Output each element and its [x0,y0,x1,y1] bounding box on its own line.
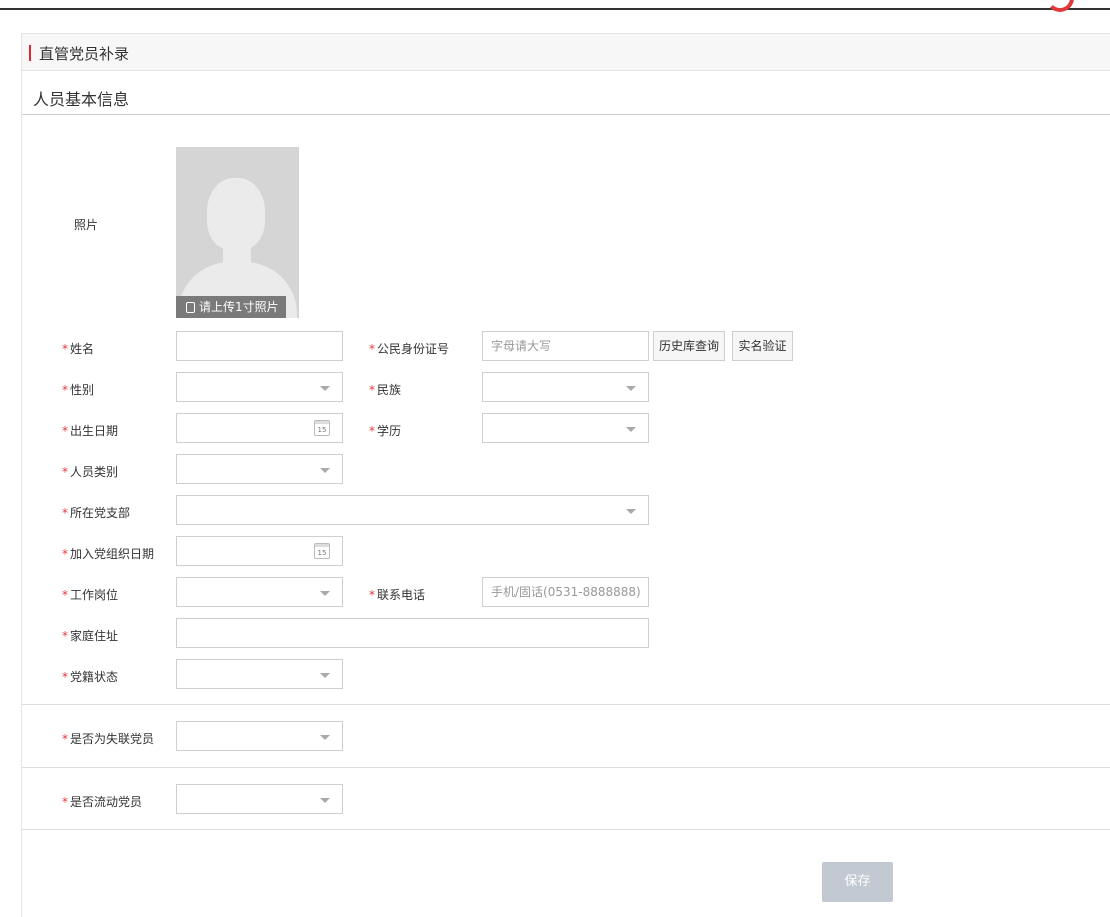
floating-label-text: 是否流动党员 [70,795,143,809]
membership-status-select[interactable] [176,659,343,689]
home-address-label: * 家庭住址 [62,627,118,644]
job-position-label-text: 工作岗位 [70,588,119,602]
save-button[interactable]: 保存 [822,862,893,902]
birth-date-label-text: 出生日期 [70,424,119,438]
section-divider [22,114,1110,115]
id-number-label: * 公民身份证号 [369,340,449,357]
party-branch-label-text: 所在党支部 [70,506,131,520]
gender-label: * 性别 [62,381,94,398]
upload-photo-label: 请上传1寸照片 [199,300,279,314]
photo-label: 照片 [74,218,99,232]
brand-logo-icon [1046,0,1074,12]
divider [22,829,1110,830]
required-mark: * [62,670,68,684]
top-header-bar [0,0,1110,10]
ethnicity-label: * 民族 [369,381,401,398]
panel-title: 直管党员补录 [39,45,130,63]
required-mark: * [62,588,68,602]
gender-label-text: 性别 [70,383,95,397]
person-type-label-text: 人员类别 [70,465,119,479]
lost-contact-label: * 是否为失联党员 [62,730,154,747]
section-title: 人员基本信息 [33,90,130,109]
person-type-select[interactable] [176,454,343,484]
home-address-input[interactable] [176,618,649,648]
job-position-label: * 工作岗位 [62,586,118,603]
avatar-placeholder-icon [207,178,265,250]
ethnicity-label-text: 民族 [377,383,402,397]
party-branch-select[interactable] [176,495,649,525]
party-branch-label: * 所在党支部 [62,504,130,521]
clipboard-icon [186,302,195,313]
home-address-label-text: 家庭住址 [70,629,119,643]
required-mark: * [369,342,375,356]
required-mark: * [62,383,68,397]
required-mark: * [62,465,68,479]
education-label: * 学历 [369,422,401,439]
phone-label: * 联系电话 [369,586,425,603]
name-label-text: 姓名 [70,342,95,356]
education-select[interactable] [482,413,649,443]
real-name-verify-button[interactable]: 实名验证 [732,331,793,361]
calendar-icon[interactable]: 15 [314,543,330,559]
birth-date-input[interactable]: 15 [176,413,343,443]
upload-photo-button[interactable]: 请上传1寸照片 [176,296,286,318]
photo-upload[interactable]: 请上传1寸照片 [176,147,299,318]
required-mark: * [62,795,68,809]
lost-contact-label-text: 是否为失联党员 [70,732,155,746]
job-position-select[interactable] [176,577,343,607]
phone-label-text: 联系电话 [377,588,426,602]
required-mark: * [369,424,375,438]
divider [22,704,1110,705]
required-mark: * [62,424,68,438]
id-number-placeholder: 字母请大写 [491,339,552,353]
required-mark: * [369,588,375,602]
lost-contact-select[interactable] [176,721,343,751]
join-date-input[interactable]: 15 [176,536,343,566]
floating-select[interactable] [176,784,343,814]
name-input[interactable] [176,331,343,361]
required-mark: * [369,383,375,397]
title-accent-bar [29,45,31,61]
membership-status-label: * 党籍状态 [62,668,118,685]
id-number-input[interactable]: 字母请大写 [482,331,649,361]
form-panel: 直管党员补录 人员基本信息 照片 请上传1寸照片 * 姓名 * 公民身份证号 字母请… [21,33,1110,917]
join-date-label: * 加入党组织日期 [62,545,154,562]
phone-placeholder: 手机/固话(0531-8888888) [491,585,641,599]
ethnicity-select[interactable] [482,372,649,402]
membership-status-label-text: 党籍状态 [70,670,119,684]
id-number-label-text: 公民身份证号 [377,342,450,356]
required-mark: * [62,732,68,746]
required-mark: * [62,547,68,561]
divider [22,767,1110,768]
gender-select[interactable] [176,372,343,402]
history-query-button[interactable]: 历史库查询 [653,331,725,361]
required-mark: * [62,629,68,643]
name-label: * 姓名 [62,340,94,357]
phone-input[interactable]: 手机/固话(0531-8888888) [482,577,649,607]
education-label-text: 学历 [377,424,402,438]
join-date-label-text: 加入党组织日期 [70,547,155,561]
calendar-icon[interactable]: 15 [314,420,330,436]
floating-label: * 是否流动党员 [62,793,142,810]
required-mark: * [62,506,68,520]
required-mark: * [62,342,68,356]
person-type-label: * 人员类别 [62,463,118,480]
panel-header: 直管党员补录 [22,34,1110,71]
birth-date-label: * 出生日期 [62,422,118,439]
